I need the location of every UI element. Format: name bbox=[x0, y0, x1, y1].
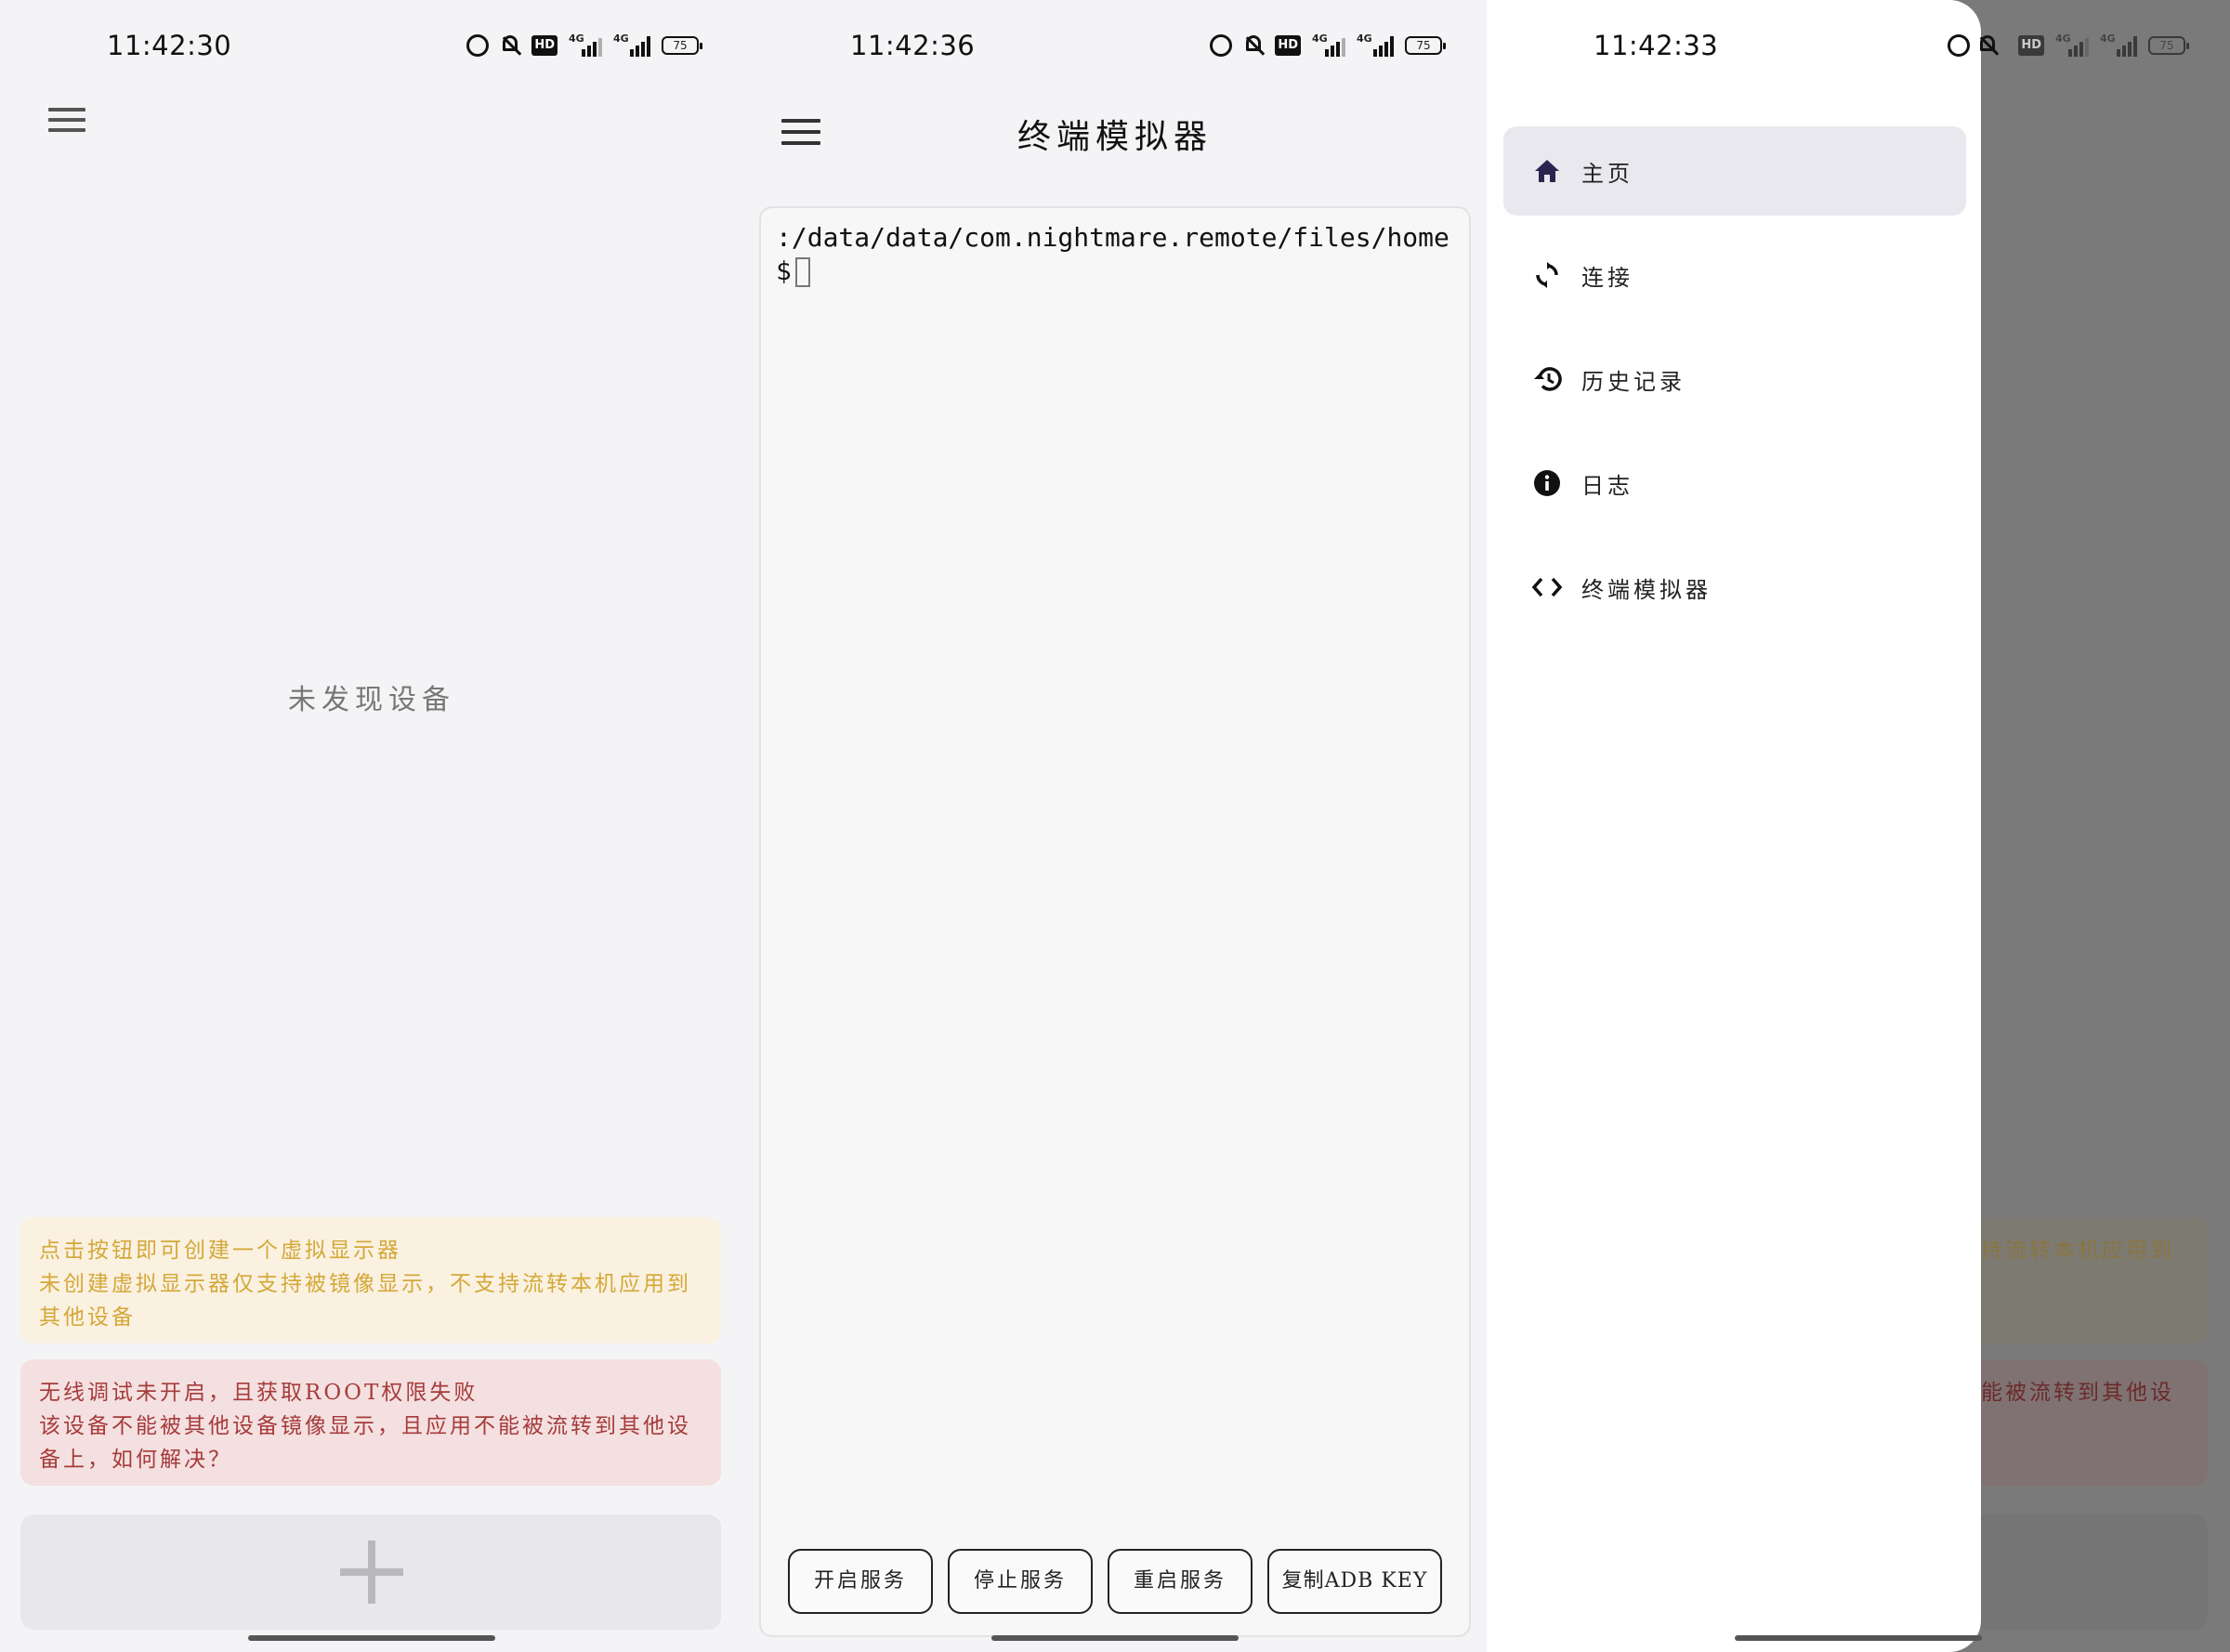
dimmed-add-button bbox=[1981, 1514, 2208, 1630]
terminal-output: :/data/data/com.nightmare.remote/files/h… bbox=[776, 221, 1463, 288]
hd-icon: HD bbox=[531, 35, 558, 56]
home-indicator[interactable] bbox=[1735, 1635, 1982, 1641]
alarm-icon bbox=[1948, 34, 1970, 57]
status-time: 11:42:36 bbox=[850, 30, 976, 61]
battery-icon: 75 bbox=[1405, 36, 1446, 55]
drawer-item-connect[interactable]: 连接 bbox=[1503, 230, 1966, 320]
home-indicator[interactable] bbox=[248, 1635, 495, 1641]
terminal-cursor bbox=[794, 257, 810, 287]
drawer-item-label: 日志 bbox=[1581, 472, 1633, 499]
start-service-button[interactable]: 开启服务 bbox=[788, 1549, 933, 1614]
battery-icon: 75 bbox=[2148, 36, 2189, 55]
dimmed-notice-red: 能被流转到其他设 bbox=[1981, 1359, 2208, 1486]
sync-icon bbox=[1531, 259, 1563, 291]
mute-icon bbox=[500, 34, 520, 57]
notice-line: 其他设备 bbox=[39, 1305, 136, 1330]
drawer-item-label: 主页 bbox=[1581, 160, 1633, 187]
home-indicator[interactable] bbox=[991, 1635, 1239, 1641]
screen-device-list: 11:42:30 HD 4G 4G 75 未发现设备 点击按钮即可创建一个虚拟显… bbox=[0, 0, 743, 1652]
home-icon bbox=[1531, 155, 1563, 187]
stop-service-button[interactable]: 停止服务 bbox=[948, 1549, 1093, 1614]
restart-service-button[interactable]: 重启服务 bbox=[1108, 1549, 1253, 1614]
code-icon bbox=[1531, 571, 1563, 603]
signal-4g-icon: 4G bbox=[569, 33, 602, 57]
signal-4g-icon: 4G bbox=[1312, 33, 1345, 57]
drawer-item-terminal[interactable]: 终端模拟器 bbox=[1503, 543, 1966, 632]
status-bar: 11:42:30 HD 4G 4G 75 bbox=[0, 0, 743, 93]
hd-icon: HD bbox=[1275, 35, 1301, 56]
terminal-view[interactable]: :/data/data/com.nightmare.remote/files/h… bbox=[759, 206, 1471, 1637]
notice-line: 该设备不能被其他设备镜像显示，且应用不能被流转到其他设 bbox=[39, 1414, 691, 1438]
signal-4g-icon: 4G bbox=[2055, 33, 2089, 57]
notice-line: 点击按钮即可创建一个虚拟显示器 bbox=[39, 1239, 401, 1263]
battery-icon: 75 bbox=[662, 36, 702, 55]
copy-adb-key-button[interactable]: 复制ADB KEY bbox=[1267, 1549, 1442, 1614]
screen-drawer: HD 4G 4G 75 持流转本机应用到 能被流转到其他设 11:42:33 主… bbox=[1487, 0, 2230, 1652]
drawer-item-label: 终端模拟器 bbox=[1581, 576, 1712, 603]
page-title: 终端模拟器 bbox=[1017, 118, 1213, 156]
status-time: 11:42:33 bbox=[1594, 30, 1719, 61]
history-icon bbox=[1531, 363, 1563, 395]
mute-icon bbox=[1243, 34, 1264, 57]
mute-icon bbox=[1977, 34, 1998, 57]
alarm-icon bbox=[1210, 34, 1233, 57]
info-icon bbox=[1531, 467, 1563, 499]
status-time: 11:42:30 bbox=[107, 30, 232, 61]
drawer-item-home[interactable]: 主页 bbox=[1503, 126, 1966, 216]
dimmed-notice-yellow: 持流转本机应用到 bbox=[1981, 1217, 2208, 1344]
drawer-item-log[interactable]: 日志 bbox=[1503, 439, 1966, 528]
drawer-item-history[interactable]: 历史记录 bbox=[1503, 334, 1966, 424]
status-bar: 11:42:36 HD 4G 4G 75 bbox=[743, 0, 1487, 93]
terminal-prompt: :/data/data/com.nightmare.remote/files/h… bbox=[776, 222, 1450, 286]
drawer-item-label: 连接 bbox=[1581, 264, 1633, 291]
signal-4g-2-icon: 4G bbox=[613, 33, 650, 57]
hd-icon: HD bbox=[2018, 35, 2044, 56]
notice-line: 未创建虚拟显示器仅支持被镜像显示，不支持流转本机应用到 bbox=[39, 1272, 691, 1296]
alarm-icon bbox=[466, 34, 490, 57]
notice-line: 备上，如何解决？ bbox=[39, 1448, 232, 1472]
notice-line: 无线调试未开启，且获取ROOT权限失败 bbox=[39, 1381, 479, 1405]
navigation-drawer: 11:42:33 主页 连接 历史记录 日志 终端模拟器 bbox=[1487, 0, 1995, 1652]
adb-error-notice[interactable]: 无线调试未开启，且获取ROOT权限失败 该设备不能被其他设备镜像显示，且应用不能… bbox=[20, 1359, 721, 1486]
dimmed-status-icons: HD 4G 4G 75 bbox=[2018, 33, 2189, 58]
screen-terminal: 11:42:36 HD 4G 4G 75 终端模拟器 :/data/data/c… bbox=[743, 0, 1487, 1652]
add-display-button[interactable] bbox=[20, 1514, 721, 1630]
menu-button[interactable] bbox=[48, 108, 85, 138]
drawer-item-label: 历史记录 bbox=[1581, 368, 1686, 395]
no-device-text: 未发现设备 bbox=[288, 684, 455, 716]
signal-4g-2-icon: 4G bbox=[2100, 33, 2137, 57]
signal-4g-2-icon: 4G bbox=[1357, 33, 1394, 57]
virtual-display-notice[interactable]: 点击按钮即可创建一个虚拟显示器 未创建虚拟显示器仅支持被镜像显示，不支持流转本机… bbox=[20, 1217, 721, 1344]
